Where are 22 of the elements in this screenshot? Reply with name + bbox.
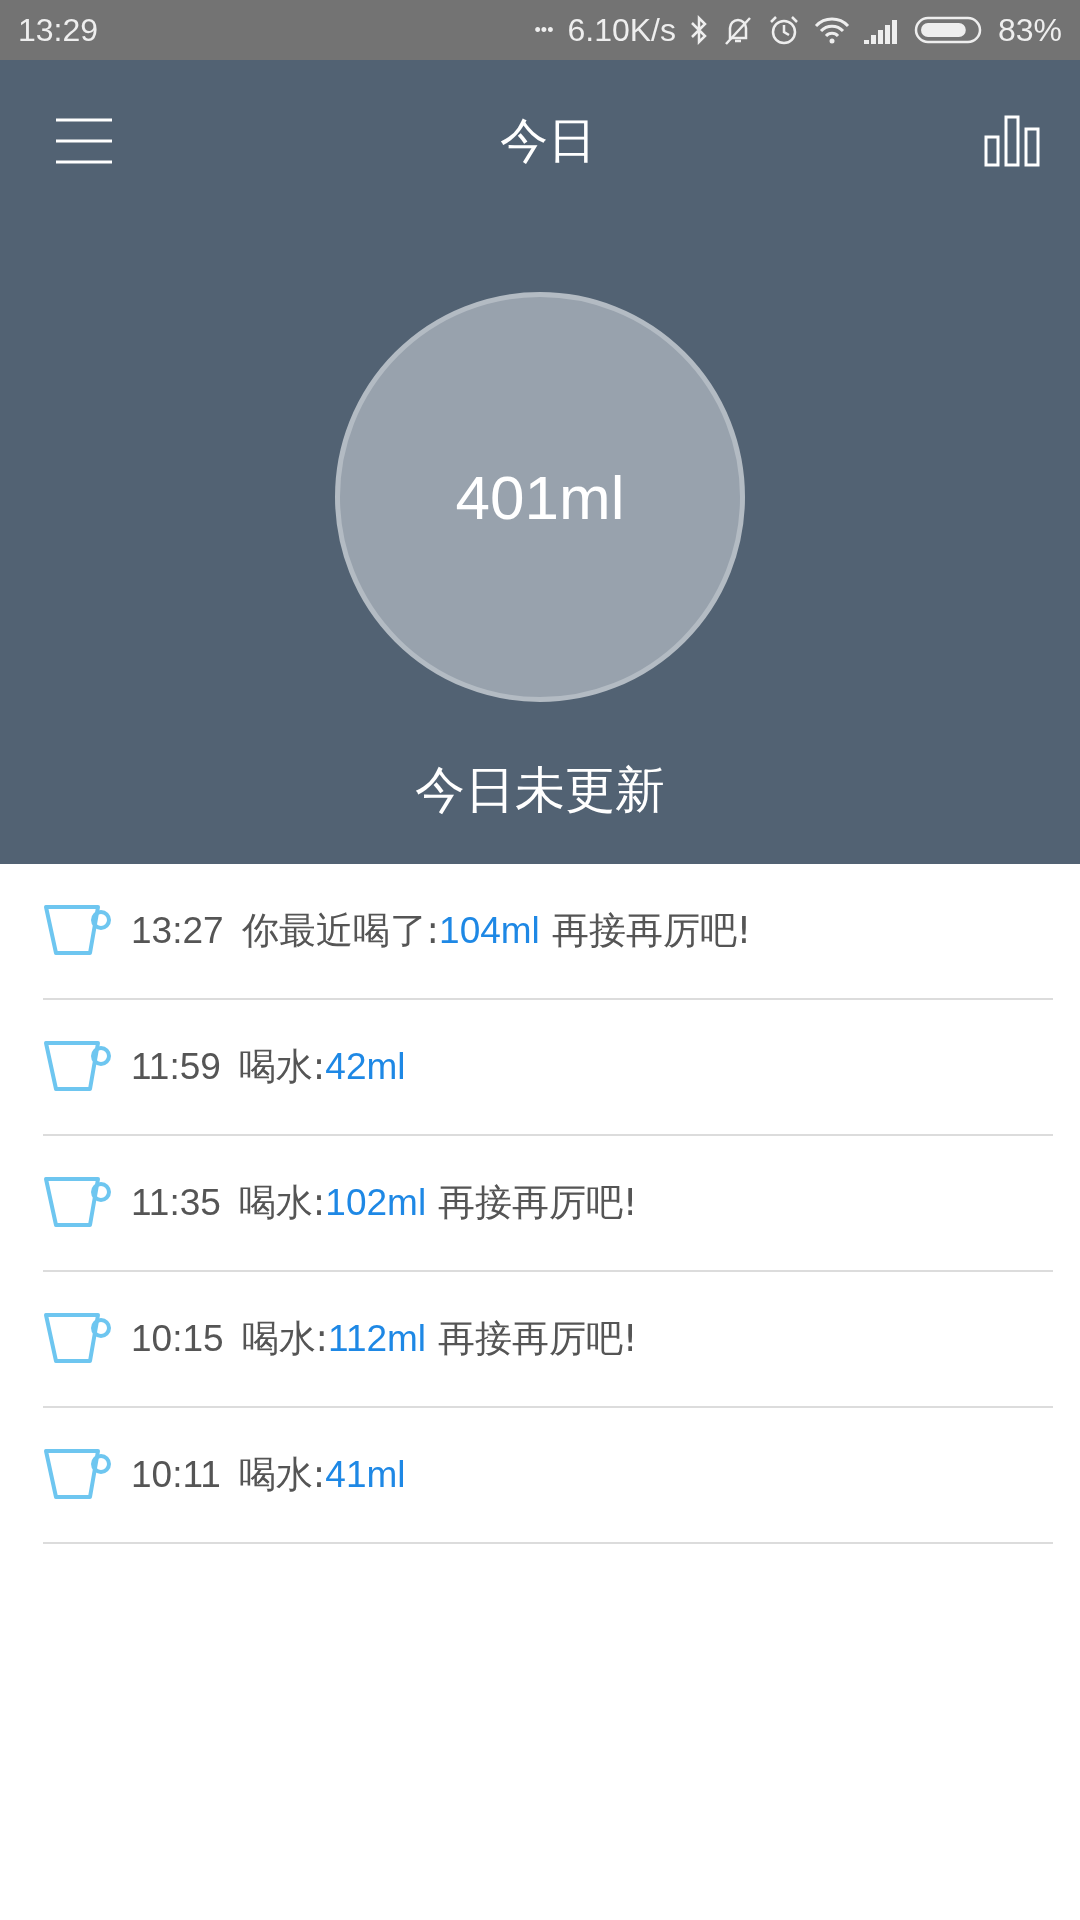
record-time: 10:11	[131, 1454, 221, 1496]
page-title: 今日	[500, 111, 596, 170]
network-speed: 6.10K/s	[567, 11, 676, 49]
record-message: 喝水:112ml 再接再厉吧!	[241, 1316, 638, 1362]
record-time: 10:15	[131, 1318, 224, 1360]
record-time: 13:27	[131, 910, 224, 952]
more-notifications: •••	[534, 19, 554, 41]
total-amount: 401ml	[455, 461, 625, 533]
battery-icon	[913, 15, 984, 45]
menu-icon[interactable]	[56, 118, 112, 164]
record-message: 喝水:102ml 再接再厉吧!	[238, 1180, 638, 1226]
record-time: 11:59	[131, 1046, 221, 1088]
record-message: 喝水:42ml	[238, 1044, 406, 1090]
update-status: 今日未更新	[415, 760, 665, 821]
record-message: 你最近喝了:104ml 再接再厉吧!	[241, 908, 752, 954]
record-time: 11:35	[131, 1182, 221, 1224]
record-message: 喝水:41ml	[238, 1452, 406, 1498]
wifi-icon	[813, 16, 850, 44]
clock-time: 13:29	[18, 11, 100, 49]
bluetooth-icon	[689, 15, 708, 45]
bar-chart-icon[interactable]	[984, 115, 1040, 167]
battery-percent: 83%	[997, 11, 1062, 49]
